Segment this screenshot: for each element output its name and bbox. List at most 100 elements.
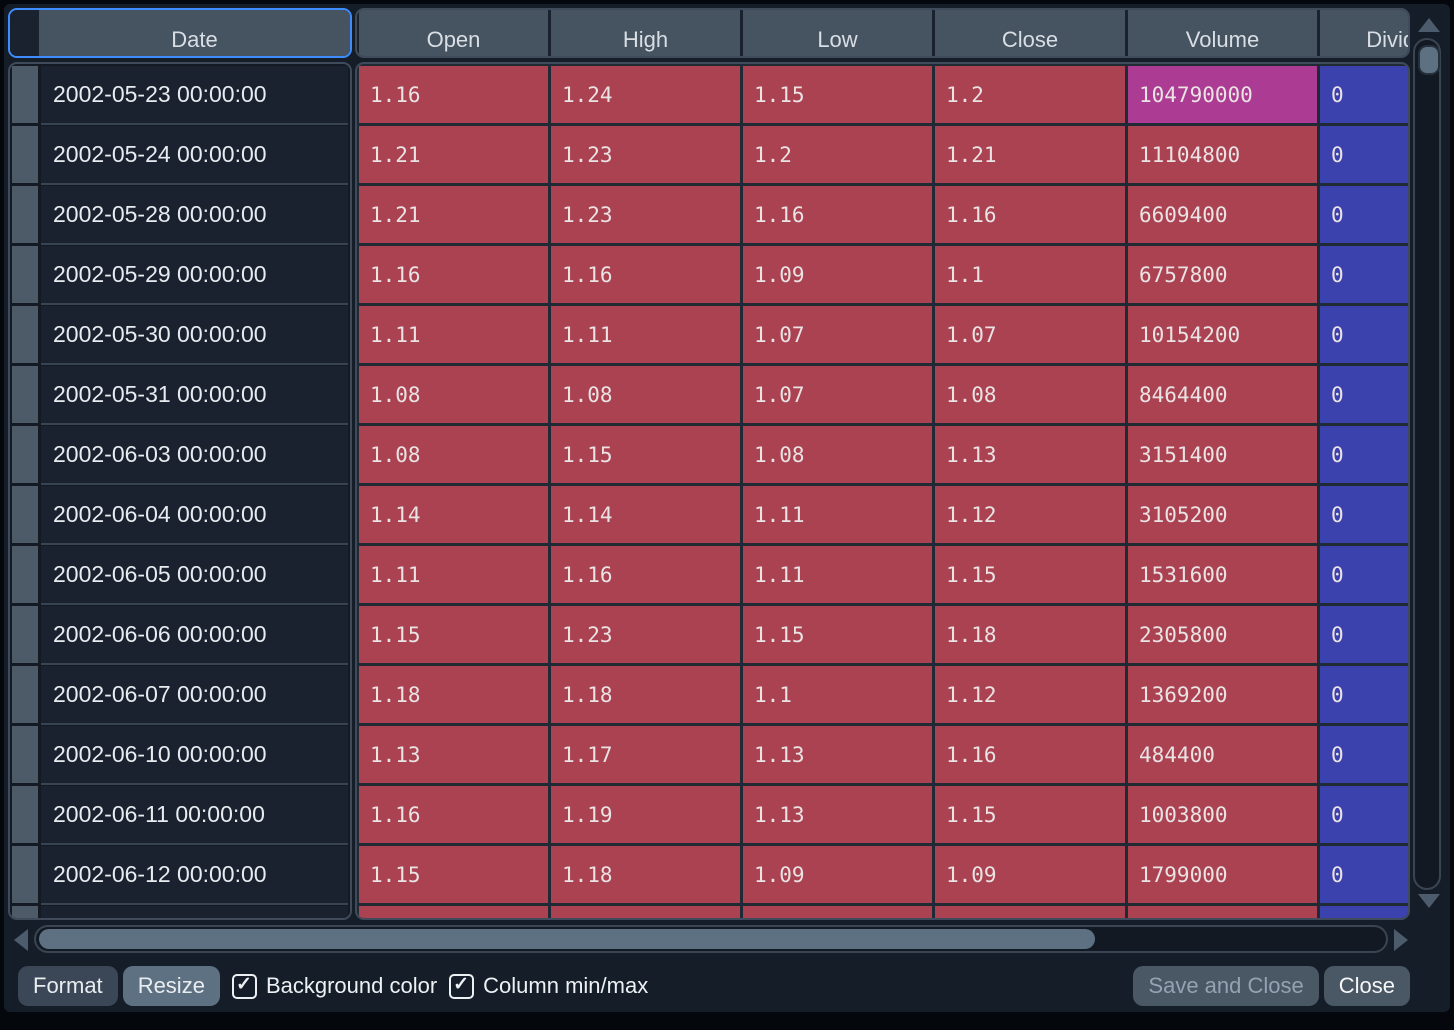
date-cell[interactable]: 2002-06-10 00:00:00 — [41, 726, 348, 783]
date-cell[interactable]: 2002-05-29 00:00:00 — [41, 246, 348, 303]
date-cell[interactable]: 2002-05-23 00:00:00 — [41, 66, 348, 123]
open-cell[interactable]: 1.18 — [359, 666, 548, 723]
save-and-close-button[interactable]: Save and Close — [1133, 966, 1318, 1006]
volume-cell[interactable]: 3151400 — [1128, 426, 1317, 483]
dividends-cell[interactable]: 0 — [1320, 846, 1410, 903]
high-cell[interactable]: 1.14 — [551, 486, 740, 543]
dividends-cell[interactable]: 0 — [1320, 186, 1410, 243]
format-button[interactable]: Format — [18, 966, 118, 1006]
volume-cell[interactable]: 2305800 — [1128, 606, 1317, 663]
low-cell[interactable] — [743, 906, 932, 920]
close-cell[interactable]: 1.16 — [935, 186, 1125, 243]
high-cell[interactable]: 1.08 — [551, 366, 740, 423]
low-cell[interactable]: 1.16 — [743, 186, 932, 243]
column-header-close[interactable]: Close — [935, 10, 1125, 56]
high-cell[interactable]: 1.16 — [551, 546, 740, 603]
open-cell[interactable]: 1.16 — [359, 66, 548, 123]
vertical-scroll-track[interactable] — [1413, 38, 1441, 890]
low-cell[interactable]: 1.15 — [743, 66, 932, 123]
low-cell[interactable]: 1.13 — [743, 786, 932, 843]
close-cell[interactable]: 1.16 — [935, 726, 1125, 783]
close-cell[interactable]: 1.12 — [935, 666, 1125, 723]
row-handle[interactable] — [12, 306, 38, 363]
high-cell[interactable]: 1.23 — [551, 126, 740, 183]
volume-cell[interactable]: 1531600 — [1128, 546, 1317, 603]
volume-cell[interactable]: 104790000 — [1128, 66, 1317, 123]
open-cell[interactable]: 1.11 — [359, 546, 548, 603]
low-cell[interactable]: 1.09 — [743, 846, 932, 903]
dividends-cell[interactable]: 0 — [1320, 666, 1410, 723]
close-cell[interactable]: 1.2 — [935, 66, 1125, 123]
row-handle[interactable] — [12, 786, 38, 843]
resize-button[interactable]: Resize — [123, 966, 220, 1006]
dividends-cell[interactable]: 0 — [1320, 606, 1410, 663]
open-cell[interactable]: 1.21 — [359, 126, 548, 183]
date-cell[interactable]: 2002-06-04 00:00:00 — [41, 486, 348, 543]
volume-cell[interactable]: 1003800 — [1128, 786, 1317, 843]
scroll-left-arrow-icon[interactable] — [14, 929, 28, 951]
vertical-scroll-thumb[interactable] — [1418, 45, 1440, 75]
low-cell[interactable]: 1.09 — [743, 246, 932, 303]
high-cell[interactable]: 1.17 — [551, 726, 740, 783]
low-cell[interactable]: 1.07 — [743, 366, 932, 423]
column-minmax-checkbox[interactable] — [449, 974, 474, 999]
open-cell[interactable]: 1.16 — [359, 246, 548, 303]
row-handle[interactable] — [12, 426, 38, 483]
close-cell[interactable]: 1.15 — [935, 546, 1125, 603]
date-cell[interactable]: 2002-06-06 00:00:00 — [41, 606, 348, 663]
close-cell[interactable]: 1.07 — [935, 306, 1125, 363]
column-header-volume[interactable]: Volume — [1128, 10, 1317, 56]
volume-cell[interactable]: 3105200 — [1128, 486, 1317, 543]
high-cell[interactable] — [551, 906, 740, 920]
open-cell[interactable]: 1.13 — [359, 726, 548, 783]
date-cell[interactable]: 2002-06-07 00:00:00 — [41, 666, 348, 723]
column-header-low[interactable]: Low — [743, 10, 932, 56]
dividends-cell[interactable]: 0 — [1320, 306, 1410, 363]
row-handle[interactable] — [12, 546, 38, 603]
high-cell[interactable]: 1.16 — [551, 246, 740, 303]
open-cell[interactable]: 1.08 — [359, 426, 548, 483]
column-header-open[interactable]: Open — [359, 10, 548, 56]
volume-cell[interactable]: 1369200 — [1128, 666, 1317, 723]
date-cell[interactable]: 2002-06-03 00:00:00 — [41, 426, 348, 483]
open-cell[interactable]: 1.16 — [359, 786, 548, 843]
date-cell[interactable]: 2002-05-24 00:00:00 — [41, 126, 348, 183]
row-handle[interactable] — [12, 366, 38, 423]
volume-cell[interactable]: 8464400 — [1128, 366, 1317, 423]
dividends-cell[interactable]: 0 — [1320, 66, 1410, 123]
close-cell[interactable]: 1.13 — [935, 426, 1125, 483]
dividends-cell[interactable]: 0 — [1320, 786, 1410, 843]
low-cell[interactable]: 1.11 — [743, 546, 932, 603]
low-cell[interactable]: 1.13 — [743, 726, 932, 783]
dividends-cell[interactable]: 0 — [1320, 126, 1410, 183]
row-handle[interactable] — [12, 606, 38, 663]
high-cell[interactable]: 1.11 — [551, 306, 740, 363]
open-cell[interactable]: 1.08 — [359, 366, 548, 423]
date-cell[interactable]: 2002-05-31 00:00:00 — [41, 366, 348, 423]
row-handle[interactable] — [12, 906, 38, 920]
dividends-cell[interactable]: 0 — [1320, 486, 1410, 543]
high-cell[interactable]: 1.18 — [551, 666, 740, 723]
row-handle[interactable] — [12, 186, 38, 243]
high-cell[interactable]: 1.19 — [551, 786, 740, 843]
row-handle[interactable] — [12, 126, 38, 183]
open-cell[interactable] — [359, 906, 548, 920]
row-handle[interactable] — [12, 726, 38, 783]
row-handle[interactable] — [12, 486, 38, 543]
row-handle[interactable] — [12, 246, 38, 303]
dividends-cell[interactable]: 0 — [1320, 246, 1410, 303]
column-header-date[interactable]: Date — [39, 10, 350, 56]
scroll-up-arrow-icon[interactable] — [1418, 18, 1440, 32]
volume-cell[interactable]: 484400 — [1128, 726, 1317, 783]
dividends-cell[interactable]: 0 — [1320, 366, 1410, 423]
close-cell[interactable] — [935, 906, 1125, 920]
high-cell[interactable]: 1.24 — [551, 66, 740, 123]
volume-cell[interactable]: 1799000 — [1128, 846, 1317, 903]
close-cell[interactable]: 1.18 — [935, 606, 1125, 663]
corner-cell[interactable] — [10, 10, 36, 56]
date-cell[interactable]: 2002-05-30 00:00:00 — [41, 306, 348, 363]
close-cell[interactable]: 1.08 — [935, 366, 1125, 423]
column-header-high[interactable]: High — [551, 10, 740, 56]
low-cell[interactable]: 1.2 — [743, 126, 932, 183]
scroll-down-arrow-icon[interactable] — [1418, 894, 1440, 908]
